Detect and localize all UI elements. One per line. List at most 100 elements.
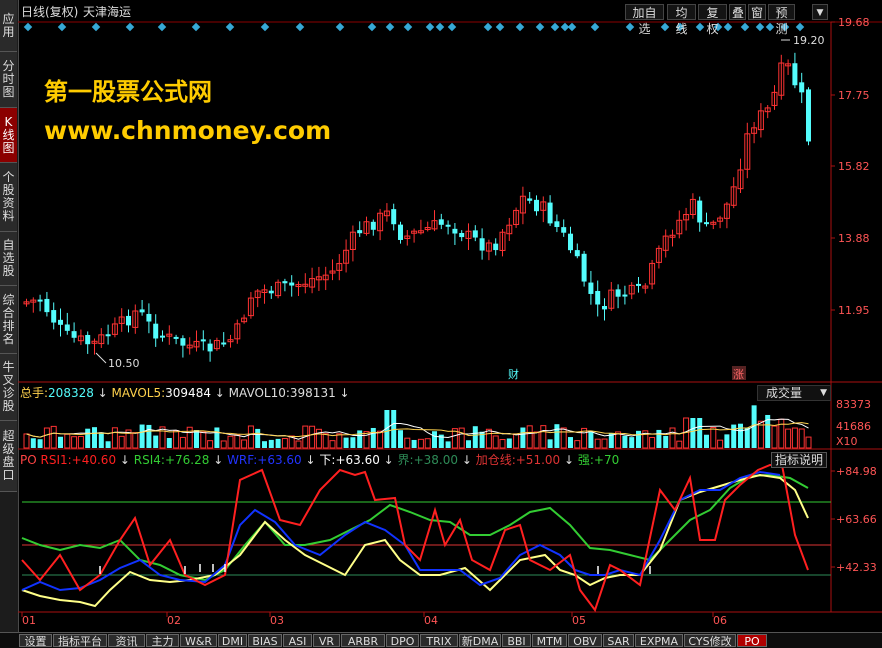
candle	[160, 335, 165, 338]
candle	[221, 342, 227, 345]
indicator-series-value-5: +38.00	[413, 453, 459, 467]
low-pointer	[95, 352, 107, 364]
volume-bar	[77, 435, 84, 449]
bottom-tab-19[interactable]: CYS修改	[684, 634, 736, 648]
price-tick-label: 15.82	[838, 160, 870, 173]
volume-bar	[526, 425, 533, 449]
candle	[398, 224, 403, 240]
candle	[268, 290, 274, 294]
volume-bar	[636, 430, 641, 448]
bottom-tab-5[interactable]: W&R	[180, 634, 217, 648]
bottom-tab-12[interactable]: TRIX	[420, 634, 458, 648]
volume-bar	[432, 431, 437, 448]
signal-diamond-icon	[695, 22, 705, 32]
volume-indicator-select[interactable]: 成交量 ▼	[757, 385, 831, 401]
bottom-tab-11[interactable]: DPO	[386, 634, 419, 648]
volume-bar	[166, 438, 172, 448]
month-label: 04	[424, 614, 438, 627]
indicator-help-button[interactable]: 指标说明	[771, 452, 827, 468]
candle	[139, 309, 145, 313]
indicator-tick-label: +84.98	[836, 465, 877, 478]
volume-bar	[601, 438, 608, 449]
bottom-tab-3[interactable]: 资讯	[108, 634, 145, 648]
volume-bar	[247, 425, 254, 449]
signal-diamond-icon	[660, 22, 670, 32]
volume-bar	[656, 429, 662, 448]
indicator-series-label-5: 界:	[397, 453, 414, 467]
bottom-tab-14[interactable]: BBI	[502, 634, 531, 648]
bottom-tab-2[interactable]: 指标平台	[53, 634, 107, 648]
event-marker-zhang: 涨	[733, 368, 744, 381]
signal-diamond-icon	[403, 22, 413, 32]
volume-bar	[309, 425, 316, 449]
candle	[479, 238, 485, 251]
volume-bar	[738, 423, 743, 448]
candle	[146, 313, 152, 322]
signal-diamond-icon	[191, 22, 201, 32]
bottom-tab-13[interactable]: 新DMA	[459, 634, 501, 648]
indicator-series-label-4: 下:	[319, 453, 336, 467]
bottom-tab-18[interactable]: EXPMA	[635, 634, 683, 648]
indicator-header: PO RSI1:+40.60 ↓ RSI4:+76.28 ↓ WRF:+63.6…	[20, 453, 619, 467]
volume-bar	[485, 428, 492, 449]
indicator-series-label-7: 强:	[577, 453, 594, 467]
candle	[636, 283, 641, 286]
bottom-tab-4[interactable]: 主力	[146, 634, 179, 648]
bottom-tab-16[interactable]: OBV	[568, 634, 602, 648]
candle	[58, 319, 63, 325]
candle	[615, 289, 621, 297]
signal-diamond-icon	[447, 22, 457, 32]
volume-bar	[798, 428, 805, 449]
volume-bar	[220, 440, 227, 449]
volume-bar	[669, 427, 676, 449]
bottom-tab-20[interactable]: PO	[737, 634, 767, 648]
bottom-tab-1[interactable]: 设置	[19, 634, 52, 648]
toolbar-button-3[interactable]: 复权	[698, 4, 727, 36]
bottom-tab-15[interactable]: MTM	[532, 634, 567, 648]
toolbar-button-4[interactable]: 叠	[729, 4, 746, 20]
menu-arrow-icon[interactable]: ▼	[812, 4, 828, 20]
mavol5-label: MAVOL5:	[111, 386, 166, 400]
volume-bar	[132, 432, 139, 449]
signal-diamond-icon	[535, 22, 545, 32]
volume-bar	[458, 427, 465, 449]
indicator-series-label-2: RSI4:	[133, 453, 165, 467]
bottom-tab-8[interactable]: ASI	[283, 634, 312, 648]
signal-diamond-icon	[367, 22, 377, 32]
candle	[697, 200, 703, 223]
volume-bar	[262, 441, 267, 448]
toolbar-button-5[interactable]: 窗	[748, 4, 766, 20]
signal-diamond-icon	[23, 22, 33, 32]
bottom-tab-10[interactable]: ARBR	[341, 634, 385, 648]
volume-bar	[411, 439, 417, 448]
signal-diamond-icon	[795, 22, 805, 32]
candle	[799, 82, 805, 93]
candle	[527, 198, 533, 201]
toolbar-button-1[interactable]: 加自选	[625, 4, 664, 36]
down-arrow-icon: ↓	[560, 453, 578, 467]
volume-bar	[50, 425, 57, 449]
volume-bar	[146, 424, 152, 448]
candle	[357, 230, 363, 234]
toolbar-button-6[interactable]: 预测	[768, 4, 795, 36]
volume-bar	[336, 433, 343, 449]
volume-bar	[23, 433, 30, 449]
toolbar-button-2[interactable]: 均线	[667, 4, 696, 36]
down-arrow-icon: ↓	[458, 453, 476, 467]
volume-bar	[207, 440, 214, 449]
mavol10-value: 398131	[289, 386, 336, 400]
bottom-tab-17[interactable]: SAR	[603, 634, 634, 648]
event-marker-cai: 财	[508, 367, 519, 381]
volume-bar	[329, 440, 336, 449]
signal-diamond-icon	[295, 22, 305, 32]
bottom-tab-7[interactable]: BIAS	[248, 634, 282, 648]
volume-bar	[724, 434, 730, 448]
mavol10-label: MAVOL10:	[228, 386, 290, 400]
candle	[64, 324, 70, 331]
volume-bar	[315, 428, 322, 449]
volume-bar	[200, 431, 207, 449]
signal-diamond-icon	[590, 22, 600, 32]
bottom-tab-9[interactable]: VR	[313, 634, 340, 648]
volume-bar	[704, 434, 709, 448]
bottom-tab-6[interactable]: DMI	[218, 634, 247, 648]
